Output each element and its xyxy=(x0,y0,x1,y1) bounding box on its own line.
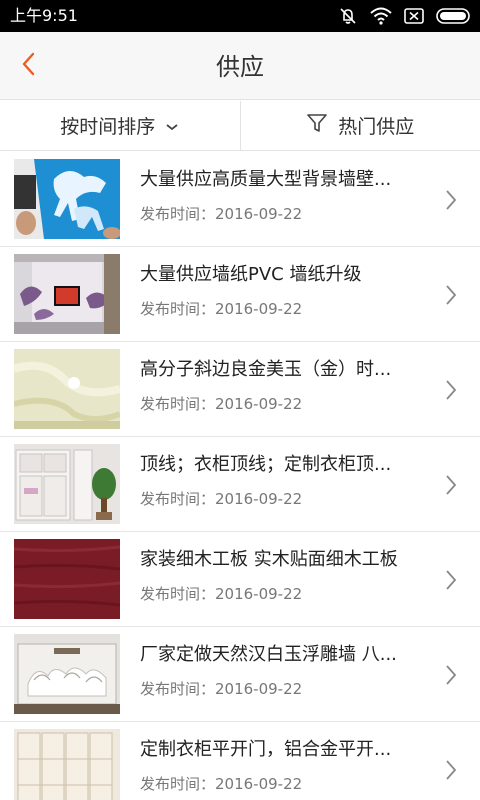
item-date: 发布时间：2016-09-22 xyxy=(140,490,303,508)
item-title: 顶线；衣柜顶线；定制衣柜顶... xyxy=(140,454,392,475)
item-date: 发布时间：2016-09-22 xyxy=(140,775,303,793)
hot-supply-label: 热门供应 xyxy=(338,116,415,138)
filter-bar: 按时间排序 热门供应 xyxy=(0,101,480,151)
chevron-right-icon xyxy=(444,473,458,497)
chevron-down-icon xyxy=(165,115,179,137)
hot-supply-filter[interactable]: 热门供应 xyxy=(241,101,480,150)
item-title: 定制衣柜平开门，铝合金平开... xyxy=(140,739,392,760)
item-date: 发布时间：2016-09-22 xyxy=(140,205,303,223)
mute-icon xyxy=(338,6,358,26)
item-title: 大量供应高质量大型背景墙壁... xyxy=(140,169,392,190)
chevron-right-icon xyxy=(444,568,458,592)
item-thumbnail xyxy=(14,254,120,334)
item-date: 发布时间：2016-09-22 xyxy=(140,395,303,413)
status-icons xyxy=(338,6,472,26)
chevron-right-icon xyxy=(444,663,458,687)
status-bar: 上午9:51 xyxy=(0,0,480,32)
chevron-right-icon xyxy=(444,758,458,782)
item-thumbnail xyxy=(14,539,120,619)
list-item[interactable]: 顶线；衣柜顶线；定制衣柜顶... 发布时间：2016-09-22 xyxy=(0,437,480,532)
header: 供应 xyxy=(0,32,480,100)
sort-label: 按时间排序 xyxy=(60,116,156,138)
item-title: 家装细木工板 实木贴面细木工板 xyxy=(140,549,398,570)
item-date: 发布时间：2016-09-22 xyxy=(140,585,303,603)
item-thumbnail xyxy=(14,159,120,239)
item-thumbnail xyxy=(14,634,120,714)
list-item[interactable]: 大量供应高质量大型背景墙壁... 发布时间：2016-09-22 xyxy=(0,152,480,247)
item-title: 厂家定做天然汉白玉浮雕墙 八... xyxy=(140,644,397,665)
list-item[interactable]: 高分子斜边良金美玉（金）时... 发布时间：2016-09-22 xyxy=(0,342,480,437)
item-date: 发布时间：2016-09-22 xyxy=(140,680,303,698)
battery-icon xyxy=(436,8,472,24)
chevron-right-icon xyxy=(444,188,458,212)
item-thumbnail xyxy=(14,349,120,429)
supply-list: 大量供应高质量大型背景墙壁... 发布时间：2016-09-22 大量供应墙纸P… xyxy=(0,152,480,800)
chevron-right-icon xyxy=(444,378,458,402)
item-title: 高分子斜边良金美玉（金）时... xyxy=(140,359,392,380)
list-item[interactable]: 家装细木工板 实木贴面细木工板 发布时间：2016-09-22 xyxy=(0,532,480,627)
page-title: 供应 xyxy=(216,53,264,81)
close-box-icon xyxy=(404,8,424,24)
sort-by-time-dropdown[interactable]: 按时间排序 xyxy=(0,101,241,150)
item-date: 发布时间：2016-09-22 xyxy=(140,300,303,318)
chevron-right-icon xyxy=(444,283,458,307)
wifi-icon xyxy=(370,7,392,25)
list-item[interactable]: 定制衣柜平开门，铝合金平开... 发布时间：2016-09-22 xyxy=(0,722,480,800)
funnel-icon xyxy=(306,112,328,139)
list-item[interactable]: 大量供应墙纸PVC 墙纸升级 发布时间：2016-09-22 xyxy=(0,247,480,342)
item-thumbnail xyxy=(14,444,120,524)
list-item[interactable]: 厂家定做天然汉白玉浮雕墙 八... 发布时间：2016-09-22 xyxy=(0,627,480,722)
item-title: 大量供应墙纸PVC 墙纸升级 xyxy=(140,264,362,285)
status-time: 上午9:51 xyxy=(10,6,78,25)
item-thumbnail xyxy=(14,729,120,800)
